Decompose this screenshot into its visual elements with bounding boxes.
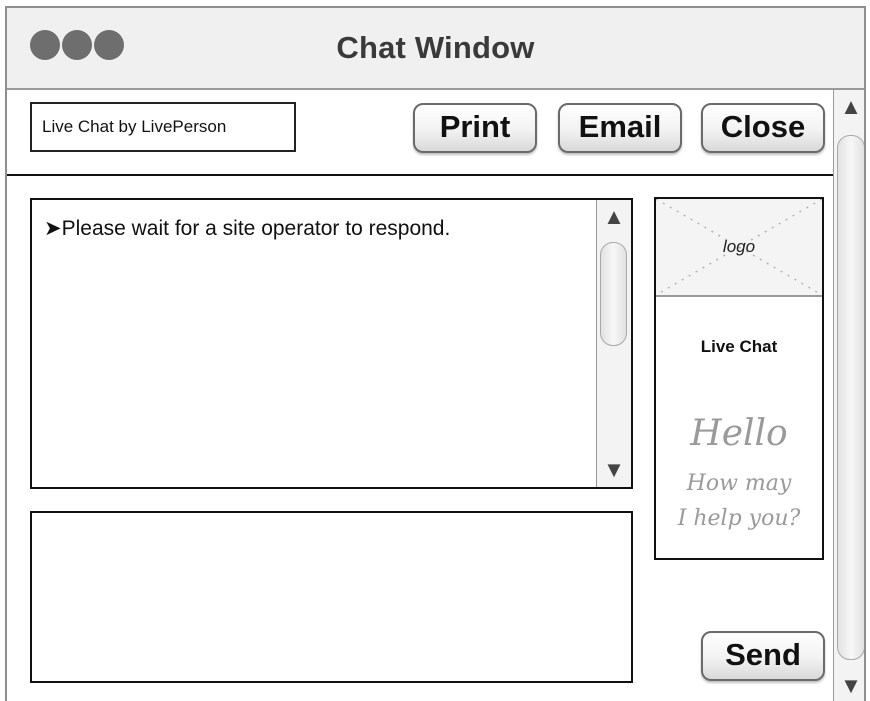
chat-transcript[interactable]: ➤Please wait for a site operator to resp…	[30, 198, 633, 489]
send-button[interactable]: Send	[701, 631, 825, 681]
side-panel-title: Live Chat	[700, 337, 778, 356]
window-title: Chat Window	[336, 30, 535, 65]
close-button[interactable]: Close	[701, 103, 825, 153]
header-divider	[7, 174, 833, 176]
scroll-thumb[interactable]	[600, 242, 627, 346]
title-bar: Chat Window	[7, 8, 864, 90]
chat-window: Chat Window Live Chat by LivePerson Prin…	[5, 6, 866, 701]
transcript-message: ➤Please wait for a site operator to resp…	[44, 217, 451, 240]
main-scrollbar[interactable]: ▲ ▼	[833, 90, 864, 701]
message-input[interactable]	[30, 511, 633, 683]
side-panel: logo Live Chat Hello How may I help you?	[654, 197, 824, 560]
scroll-down-arrow-icon[interactable]: ▼	[834, 669, 864, 701]
help-prompt-line1: How may	[686, 471, 792, 496]
email-button[interactable]: Email	[558, 103, 682, 153]
print-button[interactable]: Print	[413, 103, 537, 153]
help-prompt-line2: I help you?	[677, 506, 801, 531]
greeting-text: Hello	[690, 413, 788, 454]
transcript-scrollbar[interactable]: ▲ ▼	[596, 200, 631, 487]
logo-text: logo	[722, 237, 756, 256]
scroll-up-arrow-icon[interactable]: ▲	[834, 90, 864, 124]
logo-placeholder: logo	[656, 199, 822, 297]
scroll-down-arrow-icon[interactable]: ▼	[597, 453, 631, 487]
branding-label: Live Chat by LivePerson	[30, 102, 296, 152]
scroll-thumb[interactable]	[837, 135, 864, 660]
scroll-up-arrow-icon[interactable]: ▲	[597, 200, 631, 234]
